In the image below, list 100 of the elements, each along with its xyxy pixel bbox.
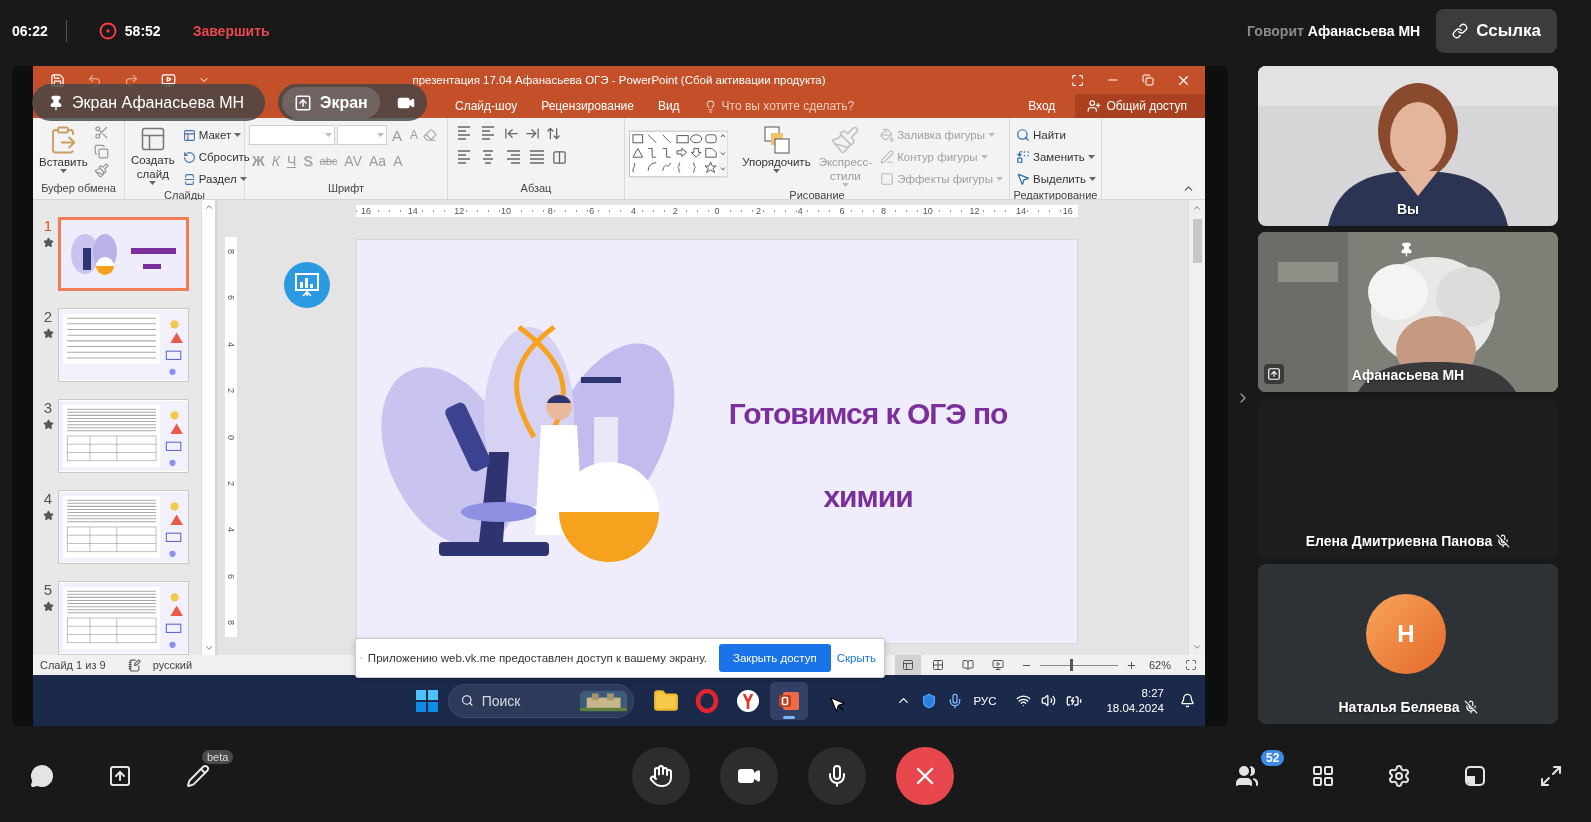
participant-avatar: Н bbox=[1366, 594, 1446, 674]
layout-icon bbox=[1463, 764, 1487, 788]
scissors-icon[interactable] bbox=[93, 125, 109, 140]
find-button[interactable]: Найти bbox=[1014, 125, 1099, 145]
zoom-thumb[interactable] bbox=[1069, 659, 1073, 671]
clock-time: 8:27 bbox=[1141, 687, 1164, 699]
brush-icon bbox=[830, 125, 861, 155]
scrollbar[interactable] bbox=[1188, 200, 1205, 655]
normal-view-icon bbox=[901, 659, 914, 671]
stop-sharing-button[interactable]: Закрыть доступ bbox=[719, 644, 831, 672]
scroll-thumb[interactable] bbox=[1192, 219, 1202, 263]
ruler-number: 8 bbox=[880, 205, 888, 217]
copy-icon[interactable] bbox=[93, 144, 109, 159]
end-call-button[interactable] bbox=[895, 747, 954, 805]
end-recording-link[interactable]: Завершить bbox=[192, 23, 270, 39]
ribbon-tab[interactable]: Вид bbox=[657, 99, 680, 113]
slide-thumbnail[interactable] bbox=[58, 490, 189, 564]
scroll-up-icon[interactable] bbox=[203, 202, 214, 212]
taskbar-search-bar[interactable]: Поиск bbox=[448, 683, 634, 718]
slide-thumbnail[interactable] bbox=[58, 308, 189, 382]
layout-button[interactable]: Макет bbox=[180, 125, 252, 145]
slide-thumbnail[interactable] bbox=[58, 399, 189, 473]
ruler-number: 4 bbox=[226, 527, 236, 533]
link-button[interactable]: Ссылка bbox=[1436, 9, 1557, 53]
format-painter-icon[interactable] bbox=[93, 163, 109, 178]
sign-in-button[interactable]: Вход bbox=[1022, 98, 1062, 114]
pin-icon bbox=[48, 94, 64, 111]
ruler-number: 0 bbox=[713, 205, 721, 217]
slide-number: 2 bbox=[43, 308, 53, 325]
slide-number: 1 bbox=[43, 217, 53, 234]
ruler-number: 0 bbox=[226, 434, 236, 440]
ribbon-tab[interactable]: Слайд-шоу bbox=[455, 99, 518, 113]
find-icon bbox=[1016, 128, 1030, 142]
slide-title: Готовимся к ОГЭ по bbox=[728, 395, 1008, 432]
beta-badge: beta bbox=[202, 750, 234, 764]
windows-start-icon[interactable] bbox=[416, 689, 438, 712]
reset-button[interactable]: Сбросить bbox=[180, 147, 252, 167]
presentation-chart-icon[interactable] bbox=[284, 262, 330, 308]
input-language[interactable]: РУС bbox=[973, 694, 997, 707]
new-slide-button[interactable]: Создать слайд bbox=[129, 125, 177, 185]
group-label: Шрифт bbox=[327, 182, 365, 196]
slide-thumbnail[interactable] bbox=[58, 217, 189, 291]
taskbar-app[interactable] bbox=[770, 681, 808, 720]
participant-tile[interactable]: Елена Дмитриевна Панова bbox=[1258, 398, 1558, 558]
volume-icon[interactable] bbox=[1041, 693, 1057, 708]
replace-button[interactable]: Заменить bbox=[1014, 147, 1099, 167]
align-right-icon[interactable] bbox=[504, 149, 522, 165]
slide-number: 5 bbox=[43, 581, 53, 598]
slide-thumbnail[interactable] bbox=[58, 581, 189, 655]
group-label: Редактирование bbox=[1013, 189, 1098, 201]
group-label: Буфер обмена bbox=[41, 182, 116, 196]
font-name-field[interactable] bbox=[249, 125, 335, 145]
screen-share-button[interactable]: Экран bbox=[282, 87, 380, 118]
columns-icon[interactable] bbox=[552, 149, 567, 165]
group-label: Абзац bbox=[520, 182, 552, 196]
ruler-number: 6 bbox=[838, 205, 846, 217]
select-button[interactable]: Выделить bbox=[1014, 169, 1099, 189]
zoom-percent: 62% bbox=[1148, 659, 1171, 671]
ruler-number: 2 bbox=[671, 205, 679, 217]
restore-icon[interactable] bbox=[1142, 74, 1154, 86]
tell-me-field[interactable]: Что вы хотите сделать? bbox=[721, 99, 855, 113]
search-field[interactable]: Поиск bbox=[481, 692, 572, 709]
scrollbar[interactable] bbox=[201, 200, 215, 655]
language-label: русский bbox=[152, 659, 193, 671]
line-spacing-icon[interactable] bbox=[546, 125, 561, 141]
ribbon-display-icon[interactable] bbox=[1071, 73, 1084, 87]
ribbon-tab[interactable]: Рецензирование bbox=[541, 99, 634, 113]
hide-link[interactable]: Скрыть bbox=[836, 652, 876, 664]
view-button[interactable] bbox=[894, 655, 921, 675]
ruler-number: 6 bbox=[226, 295, 236, 301]
scroll-down-icon[interactable] bbox=[203, 643, 214, 653]
share-button[interactable]: Общий доступ bbox=[1075, 94, 1205, 118]
share-screen-icon bbox=[294, 93, 312, 112]
notification-icon[interactable] bbox=[1180, 693, 1195, 708]
shield-icon[interactable] bbox=[921, 692, 938, 709]
paste-button[interactable]: Вставить bbox=[37, 125, 90, 173]
justify-icon[interactable] bbox=[528, 149, 546, 165]
layout-icon bbox=[182, 128, 196, 142]
ruler-number: 2 bbox=[755, 205, 763, 217]
select-icon bbox=[1016, 172, 1030, 186]
ruler-number: 16 bbox=[1061, 205, 1074, 217]
notes-icon[interactable] bbox=[127, 658, 141, 672]
folder-icon bbox=[653, 687, 679, 714]
fit-to-window-icon[interactable] bbox=[1185, 659, 1197, 671]
participant-tile[interactable]: Афанасьева МН bbox=[1258, 232, 1558, 392]
group-label: Слайды bbox=[164, 189, 205, 201]
user-plus-icon bbox=[1087, 99, 1102, 113]
arrange-button[interactable]: Упорядочить bbox=[740, 125, 813, 173]
zoom-in-icon[interactable] bbox=[1125, 659, 1137, 671]
caret-icon bbox=[234, 133, 242, 137]
ruler-number: 12 bbox=[968, 205, 981, 217]
call-time: 06:22 bbox=[12, 23, 48, 39]
font-size-field[interactable] bbox=[337, 125, 387, 145]
section-button[interactable]: Раздел bbox=[180, 169, 252, 189]
caret-icon bbox=[841, 183, 849, 187]
participant-tile[interactable]: Н Наталья Беляева bbox=[1258, 564, 1558, 724]
participant-tile[interactable]: Вы bbox=[1258, 66, 1558, 226]
clock-date: 18.04.2024 bbox=[1106, 702, 1164, 714]
section-icon bbox=[182, 172, 196, 186]
wifi-icon[interactable] bbox=[1016, 693, 1032, 708]
